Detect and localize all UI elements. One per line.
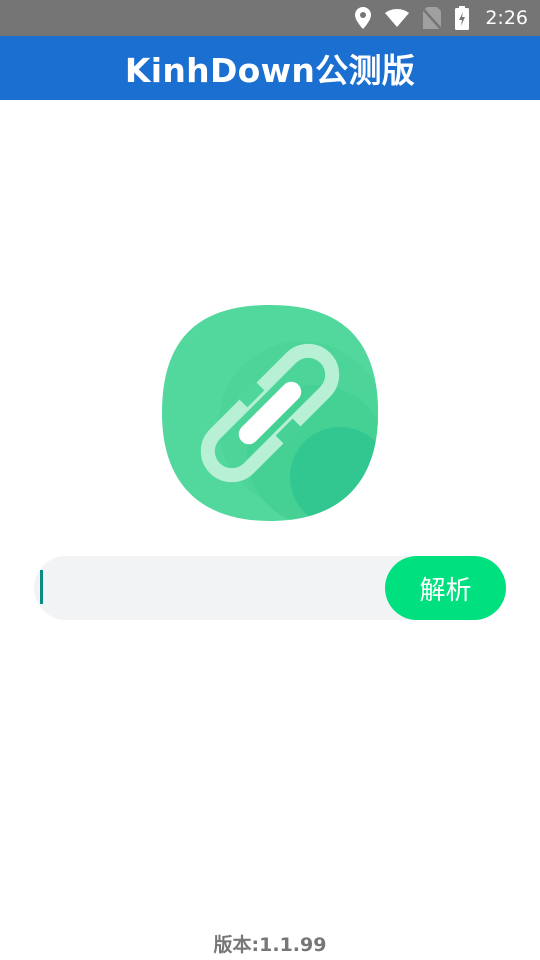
parse-button[interactable]: 解析 <box>385 556 506 620</box>
app-screen: 2:26 KinhDown公测版 解析 版本:1.1.99 <box>0 0 540 960</box>
no-sim-icon <box>423 7 442 29</box>
location-icon <box>355 7 372 29</box>
link-input-row: 解析 <box>34 556 506 620</box>
status-bar: 2:26 <box>0 0 540 36</box>
wifi-icon <box>385 9 410 27</box>
link-icon <box>162 305 378 521</box>
app-bar: KinhDown公测版 <box>0 36 540 100</box>
app-logo <box>162 305 378 521</box>
battery-charging-icon <box>455 6 470 30</box>
app-title: KinhDown公测版 <box>124 51 416 90</box>
status-time: 2:26 <box>485 7 528 29</box>
version-label: 版本:1.1.99 <box>213 934 327 956</box>
text-cursor <box>40 570 43 604</box>
